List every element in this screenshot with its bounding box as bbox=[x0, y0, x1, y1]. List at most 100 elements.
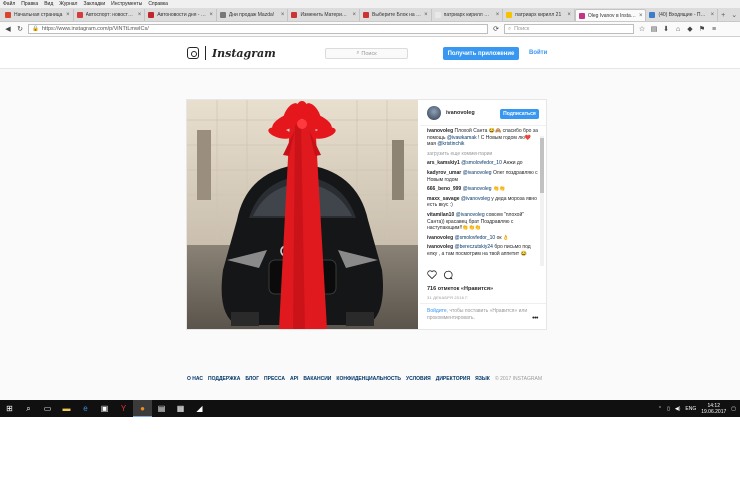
firefox-icon[interactable]: ● bbox=[133, 400, 152, 417]
flag-icon[interactable]: ⚑ bbox=[698, 25, 706, 33]
reload-icon[interactable]: ↻ bbox=[16, 25, 24, 33]
tab-list-icon[interactable]: ⌄ bbox=[728, 9, 740, 21]
browser-tab[interactable]: патриарх кирилл — Я × bbox=[432, 9, 504, 21]
browser-search-field[interactable]: ⌕ Поиск bbox=[504, 24, 634, 34]
network-icon[interactable]: ▯ bbox=[667, 406, 670, 412]
yandex-browser-icon[interactable]: Y bbox=[114, 400, 133, 417]
comment-mention[interactable]: @smolovfedor_10 bbox=[455, 235, 496, 241]
post-username[interactable]: ivanovoleg bbox=[446, 110, 475, 116]
back-icon[interactable]: ◀ bbox=[4, 25, 12, 33]
footer-link[interactable]: ПОДДЕРЖКА bbox=[208, 376, 240, 382]
close-icon[interactable]: × bbox=[639, 13, 643, 19]
close-icon[interactable]: × bbox=[567, 12, 571, 18]
browser-tab[interactable]: Автоновости дня - авт × bbox=[145, 9, 217, 21]
caption-username[interactable]: ivanovoleg bbox=[427, 128, 453, 134]
footer-link[interactable]: О НАС bbox=[187, 376, 203, 382]
browser-tab[interactable]: Изменить Материал | × bbox=[288, 9, 361, 21]
menu-file[interactable]: Файл bbox=[3, 1, 15, 7]
volume-icon[interactable]: ◀) bbox=[675, 406, 681, 412]
store-icon[interactable]: ▣ bbox=[95, 400, 114, 417]
close-icon[interactable]: × bbox=[138, 12, 142, 18]
browser-tab[interactable]: (40) Входящие - Почта × bbox=[646, 9, 719, 21]
comment-mention[interactable]: @ivanovoleg bbox=[456, 212, 485, 218]
notifications-icon[interactable]: ▢ bbox=[731, 406, 736, 412]
document-icon[interactable]: ▦ bbox=[171, 400, 190, 417]
close-icon[interactable]: × bbox=[209, 12, 213, 18]
edge-icon[interactable]: e bbox=[76, 400, 95, 417]
menu-icon[interactable]: ≡ bbox=[710, 26, 718, 33]
search-icon[interactable]: ⌕ bbox=[19, 400, 38, 417]
app-icon[interactable]: ▤ bbox=[152, 400, 171, 417]
start-icon[interactable]: ⊞ bbox=[0, 400, 19, 417]
comment-mention[interactable]: @ivanovoleg bbox=[463, 186, 492, 192]
footer-link[interactable]: ВАКАНСИИ bbox=[303, 376, 331, 382]
post-photo[interactable] bbox=[187, 100, 418, 329]
avatar[interactable] bbox=[427, 105, 441, 120]
footer-link[interactable]: УСЛОВИЯ bbox=[406, 376, 431, 382]
login-to-comment-link[interactable]: Войдите bbox=[427, 308, 447, 314]
comment-username[interactable]: ivanovoleg bbox=[427, 235, 453, 241]
menu-view[interactable]: Вид bbox=[44, 1, 53, 7]
close-icon[interactable]: × bbox=[711, 12, 715, 18]
pocket-icon[interactable]: ◆ bbox=[686, 25, 694, 33]
footer-link[interactable]: API bbox=[290, 376, 298, 382]
browser-tab[interactable]: Автоспорт: новости Ф × bbox=[74, 9, 146, 21]
reader-icon[interactable]: ▤ bbox=[650, 25, 658, 33]
scrollbar-thumb[interactable] bbox=[540, 138, 544, 193]
browser-tab[interactable]: Oleg Ivanov в Instagran × bbox=[574, 9, 647, 21]
login-link[interactable]: Войти bbox=[529, 50, 547, 56]
browser-tab[interactable]: Дни продаж Mazda! × bbox=[217, 9, 289, 21]
home-icon[interactable]: ⌂ bbox=[674, 26, 682, 33]
footer-link[interactable]: БЛОГ bbox=[245, 376, 259, 382]
comment-username[interactable]: vitamilan10 bbox=[427, 212, 454, 218]
address-bar[interactable]: 🔒 https://www.instagram.com/p/ViNTtLmwIC… bbox=[28, 24, 488, 34]
comment-username[interactable]: maxx_savage bbox=[427, 196, 460, 202]
comments-scrollbar[interactable] bbox=[540, 136, 544, 266]
file-explorer-icon[interactable]: ▬ bbox=[57, 400, 76, 417]
footer-link[interactable]: ДИРЕКТОРИЯ bbox=[436, 376, 470, 382]
browser-tab[interactable]: патриарх кирилл 21 × bbox=[503, 9, 575, 21]
instagram-search-input[interactable]: ⌕ Поиск bbox=[325, 48, 408, 59]
footer-link[interactable]: ПРЕССА bbox=[264, 376, 285, 382]
caption-mention-1[interactable]: @ivawkamak bbox=[447, 135, 477, 141]
menu-help[interactable]: Справка bbox=[148, 1, 168, 7]
instagram-logo[interactable]: Instagram bbox=[187, 46, 276, 60]
caption-mention-2[interactable]: @kristinchik bbox=[437, 141, 464, 147]
menu-edit[interactable]: Правка bbox=[21, 1, 38, 7]
comment-username[interactable]: kadyrov_umar bbox=[427, 170, 461, 176]
tray-arrow-icon[interactable]: ⌃ bbox=[658, 406, 662, 412]
comment-username[interactable]: ars_kamskiy1 bbox=[427, 160, 460, 166]
comment-icon[interactable] bbox=[443, 270, 453, 280]
close-icon[interactable]: × bbox=[281, 12, 285, 18]
load-more-comments[interactable]: загрузить еще комментарии bbox=[427, 151, 539, 158]
browser-tab[interactable]: Начальная страница × bbox=[2, 9, 74, 21]
comment-username[interactable]: ivanovoleg bbox=[427, 244, 453, 250]
menu-tools[interactable]: Инструменты bbox=[111, 1, 142, 7]
star-icon[interactable]: ☆ bbox=[638, 25, 646, 33]
language-indicator[interactable]: ENG bbox=[685, 406, 696, 412]
comment-mention[interactable]: @bereczutskiy24 bbox=[455, 244, 493, 250]
comment-username[interactable]: 666_beno_999 bbox=[427, 186, 461, 192]
heart-icon[interactable] bbox=[427, 270, 437, 279]
close-icon[interactable]: × bbox=[496, 12, 500, 18]
close-icon[interactable]: × bbox=[66, 12, 70, 18]
new-tab-icon[interactable]: + bbox=[718, 9, 728, 21]
comment-mention[interactable]: @ivanovoleg bbox=[463, 170, 492, 176]
menu-bookmarks[interactable]: Закладки bbox=[83, 1, 105, 7]
browser-tab[interactable]: Выберите Блок на гла × bbox=[360, 9, 432, 21]
task-view-icon[interactable]: ▭ bbox=[38, 400, 57, 417]
menu-history[interactable]: Журнал bbox=[59, 1, 77, 7]
comment-mention[interactable]: @smolovfedor_10 bbox=[461, 160, 502, 166]
close-icon[interactable]: × bbox=[353, 12, 357, 18]
footer-link[interactable]: ЯЗЫК bbox=[475, 376, 490, 382]
comment-mention[interactable]: @ivanovoleg bbox=[461, 196, 490, 202]
likes-count[interactable]: 716 отметок «Нравится» bbox=[427, 286, 493, 292]
media-icon[interactable]: ◢ bbox=[190, 400, 209, 417]
footer-link[interactable]: КОНФИДЕНЦИАЛЬНОСТЬ bbox=[336, 376, 401, 382]
more-options-icon[interactable]: ••• bbox=[532, 315, 538, 323]
clock[interactable]: 14:12 19.06.2017 bbox=[701, 403, 726, 415]
close-icon[interactable]: × bbox=[424, 12, 428, 18]
get-app-button[interactable]: Получить приложение bbox=[443, 47, 519, 60]
refresh-icon[interactable]: ⟳ bbox=[492, 25, 500, 33]
follow-button[interactable]: Подписаться bbox=[500, 109, 539, 119]
